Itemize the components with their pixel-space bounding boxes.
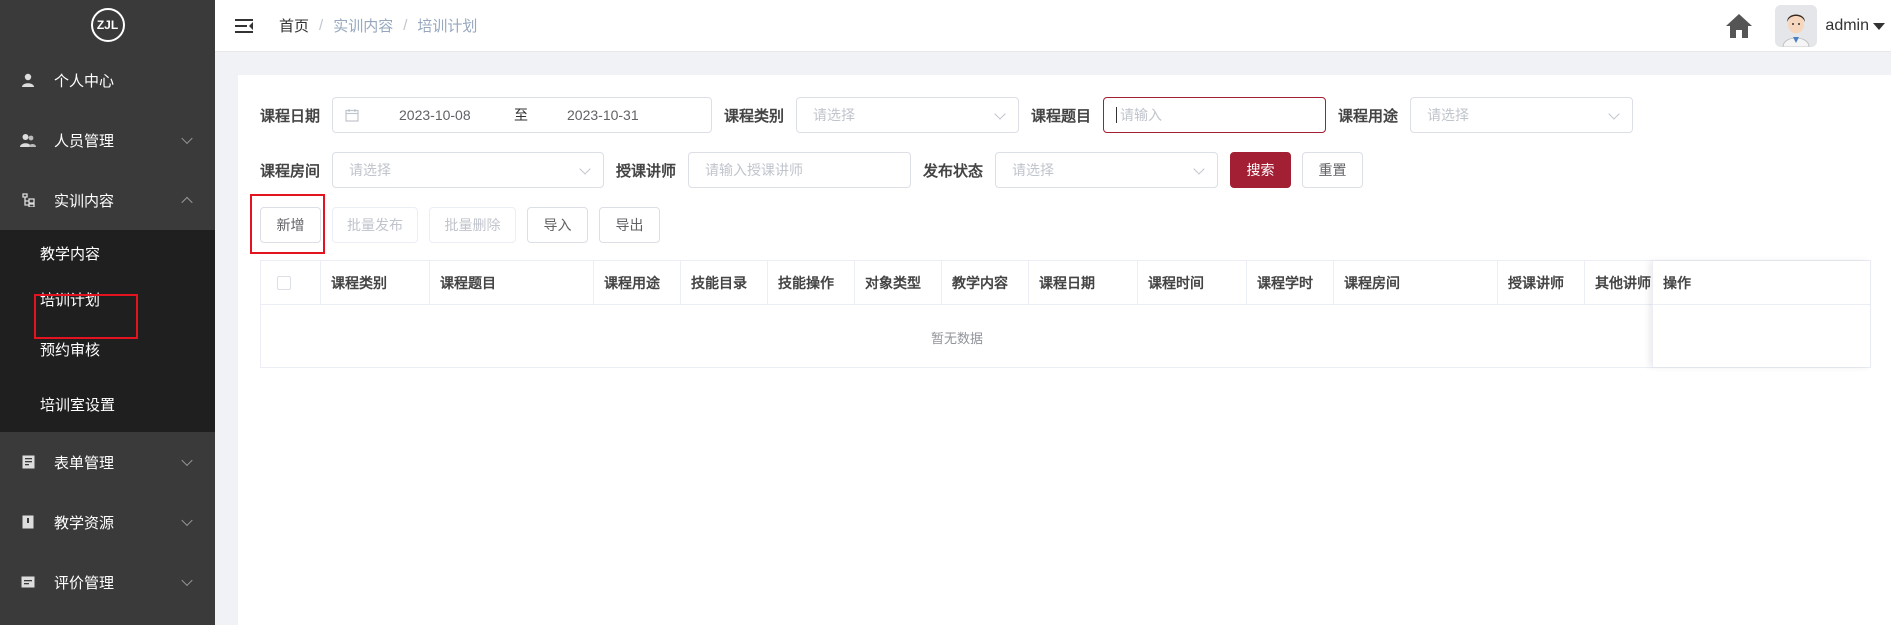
main-panel: 课程日期 2023-10-08 至 2023-10-31 课程类别 请选择 课程… — [238, 75, 1891, 625]
sidebar-item-teaching-resources[interactable]: 教学资源 — [0, 492, 215, 552]
column-header[interactable]: 课程日期 — [1029, 261, 1138, 305]
rating-icon — [20, 574, 36, 590]
user-icon — [20, 72, 36, 88]
column-header[interactable]: 课程时间 — [1138, 261, 1247, 305]
purpose-label: 课程用途 — [1338, 107, 1399, 125]
date-range-separator: 至 — [514, 107, 529, 123]
submenu-item-training-plan[interactable]: 培训计划 — [0, 277, 215, 322]
column-header-actions: 操作 — [1653, 261, 1870, 305]
sidebar-item-personnel[interactable]: 人员管理 — [0, 110, 215, 170]
column-header[interactable]: 课程题目 — [430, 261, 594, 305]
chevron-down-icon — [181, 574, 193, 587]
purpose-select[interactable]: 请选择 — [1410, 97, 1634, 133]
form-icon — [20, 454, 36, 470]
import-button[interactable]: 导入 — [527, 207, 588, 243]
username[interactable]: admin — [1825, 17, 1869, 35]
column-header[interactable]: 技能操作 — [768, 261, 855, 305]
topic-input[interactable]: 请输入 — [1103, 97, 1327, 133]
chevron-down-icon — [579, 163, 591, 175]
caret-down-icon[interactable] — [1873, 22, 1885, 30]
add-button[interactable]: 新增 — [260, 207, 321, 243]
breadcrumb-training-plan: 培训计划 — [417, 18, 478, 35]
users-icon — [20, 132, 36, 148]
breadcrumb: 首页 / 实训内容 / 培训计划 — [279, 15, 478, 36]
date-label: 课程日期 — [260, 107, 321, 125]
submenu-item-teaching-content[interactable]: 教学内容 — [0, 230, 215, 277]
batch-delete-button[interactable]: 批量删除 — [429, 207, 516, 243]
text-cursor — [1116, 107, 1118, 123]
chevron-down-icon — [181, 454, 193, 467]
filter-row-1: 课程日期 2023-10-08 至 2023-10-31 课程类别 请选择 课程… — [260, 97, 1634, 133]
reset-button[interactable]: 重置 — [1302, 152, 1364, 188]
chevron-up-icon — [181, 196, 193, 209]
sidebar-item-evaluation[interactable]: 评价管理 — [0, 552, 215, 612]
column-header[interactable]: 课程学时 — [1247, 261, 1334, 305]
batch-publish-button[interactable]: 批量发布 — [332, 207, 418, 243]
home-icon[interactable] — [1725, 13, 1753, 39]
topic-label: 课程题目 — [1031, 107, 1092, 125]
submenu-item-training-room-settings[interactable]: 培训室设置 — [0, 377, 215, 432]
sidebar-item-form-management[interactable]: 表单管理 — [0, 432, 215, 492]
sidebar-item-label: 人员管理 — [54, 132, 115, 150]
chevron-down-icon — [181, 132, 193, 145]
select-all-cell — [261, 261, 321, 305]
chevron-down-icon — [181, 514, 193, 527]
sidebar-item-label: 评价管理 — [54, 574, 115, 592]
submenu-item-reservation-review[interactable]: 预约审核 — [0, 322, 215, 377]
course-table: 课程类别 课程题目 课程用途 技能目录 技能操作 对象类型 教学内容 课程日期 … — [260, 260, 1871, 368]
sidebar-item-label: 个人中心 — [54, 72, 115, 90]
date-range-picker[interactable]: 2023-10-08 至 2023-10-31 — [332, 97, 713, 133]
breadcrumb-training-content[interactable]: 实训内容 — [333, 15, 393, 36]
table-header: 课程类别 课程题目 课程用途 技能目录 技能操作 对象类型 教学内容 课程日期 … — [261, 261, 1870, 305]
column-header[interactable]: 课程类别 — [321, 261, 430, 305]
empty-state-text: 暂无数据 — [930, 330, 983, 346]
tree-icon — [20, 192, 36, 208]
calendar-icon — [345, 109, 359, 122]
teacher-input[interactable]: 请输入授课讲师 — [688, 152, 912, 188]
top-header: 首页 / 实训内容 / 培训计划 admin — [215, 0, 1891, 52]
sidebar: ZJL 个人中心 人员管理 实训内容 教学内容 培训计划 预约审核 培训室设置 — [0, 0, 215, 625]
chevron-down-icon — [1608, 108, 1620, 120]
breadcrumb-home[interactable]: 首页 — [279, 15, 309, 36]
submenu-training-content: 教学内容 培训计划 预约审核 培训室设置 — [0, 230, 215, 432]
sidebar-item-label: 实训内容 — [54, 192, 115, 210]
column-header[interactable]: 对象类型 — [855, 261, 942, 305]
sidebar-item-label: 表单管理 — [54, 454, 115, 472]
select-all-checkbox[interactable] — [276, 276, 291, 290]
export-button[interactable]: 导出 — [599, 207, 660, 243]
room-label: 课程房间 — [260, 162, 321, 180]
avatar[interactable] — [1775, 5, 1818, 47]
category-label: 课程类别 — [724, 107, 785, 125]
status-label: 发布状态 — [923, 162, 984, 180]
date-end-input[interactable]: 2023-10-31 — [567, 107, 639, 123]
menu-toggle-icon[interactable] — [235, 18, 253, 33]
room-select[interactable]: 请选择 — [332, 152, 605, 188]
book-icon — [20, 514, 36, 530]
toolbar: 新增 批量发布 批量删除 导入 导出 — [260, 207, 660, 243]
sidebar-item-personal-center[interactable]: 个人中心 — [0, 50, 215, 110]
logo: ZJL — [0, 0, 215, 50]
chevron-down-icon — [1193, 163, 1205, 175]
logo-icon: ZJL — [90, 8, 125, 42]
chevron-down-icon — [994, 108, 1006, 120]
column-header[interactable]: 技能目录 — [681, 261, 768, 305]
category-select[interactable]: 请选择 — [796, 97, 1020, 133]
column-header[interactable]: 授课讲师 — [1498, 261, 1585, 305]
date-start-input[interactable]: 2023-10-08 — [399, 107, 471, 123]
column-header[interactable]: 教学内容 — [942, 261, 1029, 305]
column-header[interactable]: 课程用途 — [594, 261, 681, 305]
column-header[interactable]: 课程房间 — [1334, 261, 1498, 305]
teacher-label: 授课讲师 — [616, 162, 677, 180]
search-button[interactable]: 搜索 — [1230, 152, 1292, 188]
fixed-action-column: 操作 — [1652, 261, 1870, 367]
sidebar-item-training-content[interactable]: 实训内容 — [0, 170, 215, 230]
filter-row-2: 课程房间 请选择 授课讲师 请输入授课讲师 发布状态 请选择 搜索 重置 — [260, 152, 1364, 188]
status-select[interactable]: 请选择 — [995, 152, 1219, 188]
sidebar-item-label: 教学资源 — [54, 514, 115, 532]
